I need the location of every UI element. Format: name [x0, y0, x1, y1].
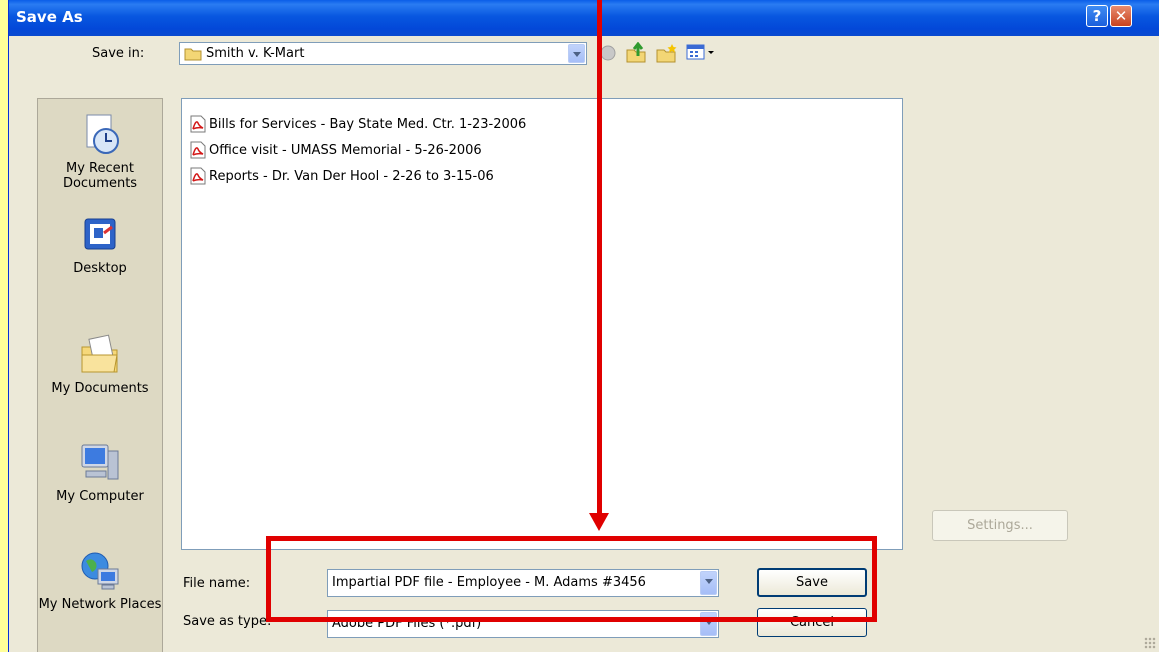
chevron-down-icon[interactable]: [700, 612, 717, 636]
list-item[interactable]: Reports - Dr. Van Der Hool - 2-26 to 3-1…: [190, 165, 494, 187]
new-folder-icon[interactable]: [655, 42, 679, 64]
pdf-file-icon: [190, 115, 206, 133]
up-folder-icon[interactable]: [625, 42, 647, 64]
annotation-arrow-head: [589, 513, 609, 531]
my-documents-icon: [81, 334, 118, 373]
save-as-type-value: Adobe PDF Files (*.pdf): [332, 616, 482, 631]
desktop-icon: [84, 218, 116, 250]
place-my-recent-documents[interactable]: My Recent Documents: [38, 113, 162, 191]
settings-button[interactable]: Settings...: [932, 510, 1068, 541]
place-label: My Recent Documents: [62, 161, 138, 191]
file-name: Office visit - UMASS Memorial - 5-26-200…: [209, 142, 482, 158]
place-label: My Documents: [51, 381, 149, 396]
file-name: Reports - Dr. Van Der Hool - 2-26 to 3-1…: [209, 168, 494, 184]
file-name-input[interactable]: Impartial PDF file - Employee - M. Adams…: [327, 569, 719, 597]
help-button[interactable]: ?: [1086, 5, 1108, 27]
file-name: Bills for Services - Bay State Med. Ctr.…: [209, 116, 527, 132]
views-menu-icon[interactable]: [685, 42, 717, 62]
chevron-down-icon[interactable]: [568, 44, 585, 63]
place-desktop[interactable]: Desktop: [38, 215, 162, 276]
save-as-type-dropdown[interactable]: Adobe PDF Files (*.pdf): [327, 610, 719, 638]
save-as-type-label: Save as type:: [183, 614, 272, 629]
folder-icon: [184, 48, 202, 61]
place-my-computer[interactable]: My Computer: [38, 441, 162, 504]
pdf-file-icon: [190, 141, 206, 159]
close-button[interactable]: ✕: [1110, 5, 1132, 27]
pdf-file-icon: [190, 167, 206, 185]
list-item[interactable]: Bills for Services - Bay State Med. Ctr.…: [190, 113, 526, 135]
file-list[interactable]: Bills for Services - Bay State Med. Ctr.…: [181, 98, 903, 550]
file-name-label: File name:: [183, 576, 251, 591]
places-bar: My Recent Documents Desktop My Documents: [37, 98, 163, 652]
cancel-button[interactable]: Cancel: [757, 608, 867, 637]
place-label: My Network Places: [38, 597, 162, 612]
network-places-icon: [81, 552, 119, 590]
save-as-dialog: Save As ? ✕ Save in: Smith v. K-Mart My …: [8, 0, 1159, 652]
my-computer-icon: [81, 444, 119, 480]
save-in-dropdown[interactable]: Smith v. K-Mart: [179, 42, 587, 65]
window-title: Save As: [16, 8, 83, 26]
save-button[interactable]: Save: [757, 568, 867, 597]
annotation-arrow-line: [597, 0, 602, 516]
save-in-label: Save in:: [92, 46, 145, 61]
chevron-down-icon[interactable]: [700, 571, 717, 595]
place-my-documents[interactable]: My Documents: [38, 331, 162, 396]
recent-documents-icon: [86, 114, 119, 154]
save-in-value: Smith v. K-Mart: [206, 46, 305, 61]
file-name-value: Impartial PDF file - Employee - M. Adams…: [332, 575, 646, 590]
place-label: My Computer: [56, 489, 144, 504]
resize-grip[interactable]: [1144, 637, 1156, 649]
place-my-network-places[interactable]: My Network Places: [38, 549, 162, 612]
title-bar: Save As ? ✕: [9, 0, 1159, 36]
place-label: Desktop: [73, 261, 127, 276]
list-item[interactable]: Office visit - UMASS Memorial - 5-26-200…: [190, 139, 482, 161]
